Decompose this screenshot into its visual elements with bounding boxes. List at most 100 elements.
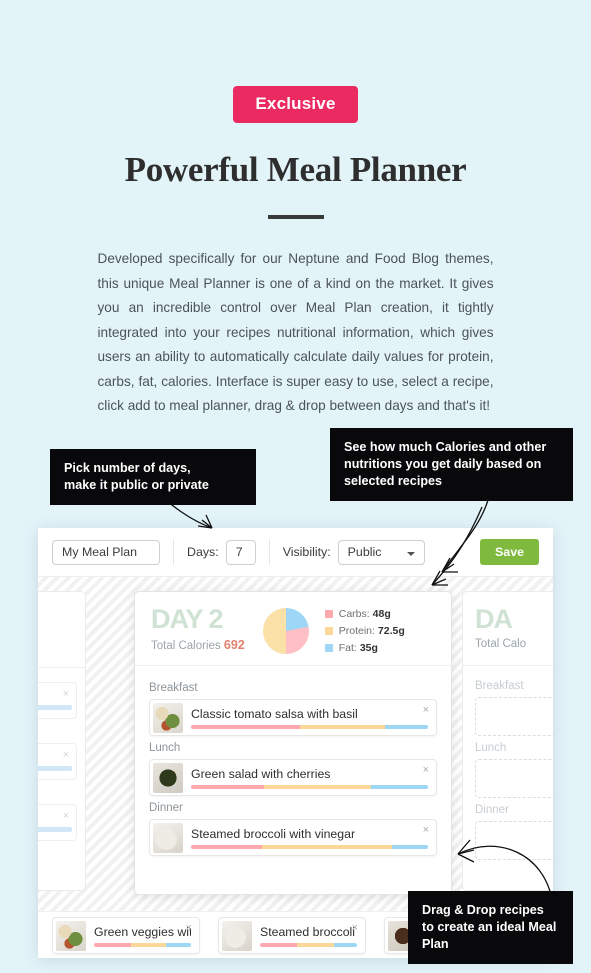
- protein-swatch-icon: [324, 627, 333, 635]
- close-icon[interactable]: ×: [63, 749, 69, 761]
- callout-pick-days-line2: make it public or private: [64, 478, 209, 492]
- nutrition-bar: [38, 705, 72, 710]
- carbs-swatch-icon: [324, 610, 333, 618]
- recipe-card-lunch[interactable]: Green salad with cherries ×: [149, 759, 437, 796]
- day-column-day-2: DAY 2 Total Calories 692 Carbs: 48g Prot…: [134, 591, 452, 895]
- recipe-card-breakfast[interactable]: Classic tomato salsa with basil ×: [149, 699, 437, 736]
- total-calories-value: 692: [223, 638, 245, 652]
- previous-day-stat-protein: tein: 67.5g: [38, 629, 75, 641]
- previous-day-stat-carbs: bs: 53g: [38, 610, 75, 622]
- close-icon[interactable]: ×: [423, 825, 429, 836]
- days-label: Days:: [187, 545, 219, 559]
- day-column-next[interactable]: DA Total Calo Breakfast Lunch Dinner: [462, 591, 553, 891]
- nutrition-bar-carbs: [191, 844, 263, 849]
- nutrition-bar: [38, 827, 72, 832]
- drop-zone-dinner[interactable]: [475, 821, 553, 860]
- callout-pick-days-line1: Pick number of days,: [64, 461, 191, 475]
- day-2-total-calories: Total Calories 692: [151, 638, 245, 652]
- drop-zone-breakfast[interactable]: [475, 697, 553, 736]
- day-2-summary: DAY 2 Total Calories 692: [151, 606, 245, 653]
- nutrition-bar: [191, 784, 428, 789]
- recipe-body: Classic tomato salsa with basil: [183, 707, 436, 729]
- legend-item-fat: Fat: 35g: [324, 642, 405, 654]
- callout-calories: See how much Calories and other nutritio…: [330, 428, 573, 501]
- close-icon[interactable]: ×: [63, 688, 69, 700]
- nutrition-bar-fat: [385, 724, 428, 729]
- nutrition-bar: [260, 942, 357, 947]
- meal-label-lunch: Lunch: [149, 742, 181, 754]
- legend-item-carbs: Carbs: 48g: [324, 608, 405, 620]
- previous-day-meals: × × ×: [38, 667, 85, 841]
- meal-label-breakfast: Breakfast: [475, 680, 524, 692]
- meal-label-dinner: Dinner: [475, 804, 509, 816]
- visibility-select[interactable]: Public: [337, 539, 425, 565]
- chevron-down-icon: [406, 551, 415, 556]
- drop-zone-lunch[interactable]: [475, 759, 553, 798]
- legend-carbs-label: Carbs:: [338, 608, 370, 620]
- legend-fat-value: 35g: [359, 642, 378, 654]
- plan-name-input[interactable]: [52, 539, 160, 565]
- legend-protein-label: Protein:: [338, 625, 375, 637]
- next-day-title: DA: [475, 604, 513, 634]
- nutrition-bar-carbs: [94, 942, 131, 947]
- tray-recipe-card[interactable]: Green veggies with ×: [52, 917, 200, 954]
- days-input[interactable]: [225, 539, 256, 565]
- recipe-title: Classic tomato salsa with basil: [191, 706, 358, 721]
- nutrition-bar-protein: [264, 784, 372, 789]
- visibility-value: Public: [347, 544, 382, 559]
- recipe-body: Steamed broccoli with vinegar: [183, 827, 436, 849]
- next-day-meals: Breakfast Lunch Dinner: [463, 666, 553, 860]
- recipe-title: Steamed broccoli: [260, 924, 356, 939]
- nutrition-bar-protein: [300, 724, 386, 729]
- ghost-card[interactable]: ×: [38, 743, 77, 780]
- nutrition-bar-carbs: [191, 724, 301, 729]
- close-icon[interactable]: ×: [423, 705, 429, 716]
- recipe-title: Steamed broccoli with vinegar: [191, 826, 356, 841]
- tray-recipe-card[interactable]: Steamed broccoli ×: [218, 917, 366, 954]
- nutrition-bar: [191, 724, 428, 729]
- next-day-total-calories: Total Calo: [475, 638, 527, 650]
- previous-day-stats: bs: 53g tein: 67.5g : 40g: [38, 592, 85, 660]
- legend-fat-label: Fat:: [338, 642, 357, 654]
- close-icon[interactable]: ×: [423, 765, 429, 776]
- recipe-title: Green veggies with: [94, 924, 191, 939]
- callout-pick-days: Pick number of days, make it public or p…: [50, 449, 256, 505]
- nutrition-bar-fat: [371, 784, 428, 789]
- close-icon[interactable]: ×: [352, 923, 358, 934]
- nutrition-bar-fat: [165, 942, 191, 947]
- day-column-previous[interactable]: bs: 53g tein: 67.5g : 40g × × ×: [38, 591, 86, 891]
- nutrition-bar-protein: [296, 942, 334, 947]
- badge-row: Exclusive: [0, 0, 591, 123]
- planner-toolbar: Days: Visibility: Public Save: [38, 528, 553, 576]
- recipe-thumbnail: [222, 920, 252, 951]
- recipe-thumbnail: [56, 920, 86, 951]
- nutrition-bar-protein: [262, 844, 393, 849]
- nutrition-bar: [38, 766, 72, 771]
- ghost-card[interactable]: ×: [38, 682, 77, 719]
- nutrition-bar-carbs: [260, 942, 297, 947]
- recipe-thumbnail: [153, 822, 183, 853]
- nutrition-bar-carbs: [191, 784, 265, 789]
- meal-label-dinner: Dinner: [149, 802, 183, 814]
- macronutrient-legend: Carbs: 48g Protein: 72.5g Fat: 35g: [324, 608, 405, 659]
- save-button[interactable]: Save: [480, 539, 539, 565]
- visibility-label: Visibility:: [282, 545, 331, 559]
- close-icon[interactable]: ×: [63, 810, 69, 822]
- close-icon[interactable]: ×: [186, 923, 192, 934]
- legend-carbs-value: 48g: [372, 608, 391, 620]
- total-calories-label: Total Calories: [151, 640, 221, 652]
- toolbar-divider-2: [268, 539, 270, 565]
- meal-label-breakfast: Breakfast: [149, 682, 198, 694]
- nutrition-bar-protein: [130, 942, 166, 947]
- recipe-thumbnail: [153, 762, 183, 793]
- exclusive-badge: Exclusive: [233, 86, 358, 123]
- ghost-card[interactable]: ×: [38, 804, 77, 841]
- previous-day-stat-fat: : 40g: [38, 648, 75, 660]
- recipe-title: Green salad with cherries: [191, 766, 331, 781]
- nutrition-bar: [191, 844, 428, 849]
- title-divider: [267, 215, 324, 219]
- nutrition-bar: [94, 942, 191, 947]
- recipe-card-dinner[interactable]: Steamed broccoli with vinegar ×: [149, 819, 437, 856]
- day-2-meals: Breakfast Classic tomato salsa with basi…: [135, 666, 451, 856]
- meal-label-lunch: Lunch: [475, 742, 507, 754]
